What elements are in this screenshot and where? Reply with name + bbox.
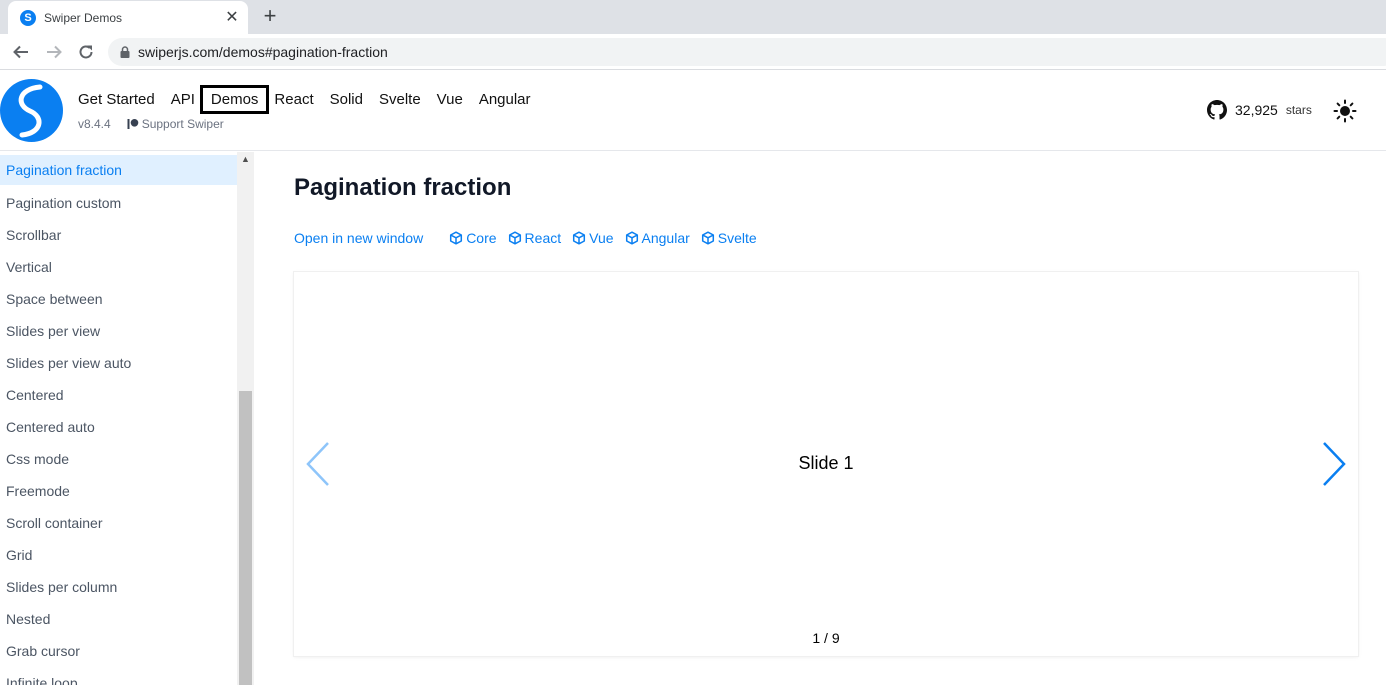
slide-label: Slide 1 xyxy=(798,453,854,473)
scroll-up-icon[interactable]: ▲ xyxy=(241,154,250,164)
sun-icon[interactable] xyxy=(1333,99,1357,123)
demo-content: Pagination fraction Open in new window C… xyxy=(254,152,1386,685)
chevron-left-icon[interactable] xyxy=(304,440,332,488)
sidebar-item-css-mode[interactable]: Css mode xyxy=(0,443,237,475)
demos-sidebar: Pagination fraction Pagination custom Sc… xyxy=(0,152,237,685)
reload-icon xyxy=(79,45,93,59)
sidebar-item-pagination-custom[interactable]: Pagination custom xyxy=(0,187,237,219)
sidebar-item-grid[interactable]: Grid xyxy=(0,539,237,571)
nav-react[interactable]: React xyxy=(266,88,321,111)
back-button[interactable] xyxy=(9,40,33,64)
sidebar-item-scroll-container[interactable]: Scroll container xyxy=(0,507,237,539)
browser-tab[interactable]: S Swiper Demos ✕ xyxy=(8,1,248,34)
framework-link-vue[interactable]: Vue xyxy=(572,230,614,246)
nav-solid[interactable]: Solid xyxy=(322,88,371,111)
header-meta: v8.4.4 Support Swiper xyxy=(78,117,224,131)
site-header: Get Started API Demos React Solid Svelte… xyxy=(0,70,1386,151)
github-stars-label: stars xyxy=(1285,103,1312,117)
github-count: 32,925 xyxy=(1235,102,1278,118)
cube-icon xyxy=(450,231,463,245)
demo-links: Open in new window Core React Vue Angula… xyxy=(294,230,768,246)
main-nav: Get Started API Demos React Solid Svelte… xyxy=(70,85,539,114)
address-bar[interactable]: swiperjs.com/demos#pagination-fraction xyxy=(108,38,1386,66)
swiper-logo-icon[interactable] xyxy=(0,79,63,142)
page-title: Pagination fraction xyxy=(294,174,512,201)
framework-link-react[interactable]: React xyxy=(508,230,562,246)
forward-button[interactable] xyxy=(42,40,66,64)
cube-icon xyxy=(625,231,638,245)
open-new-window-link[interactable]: Open in new window xyxy=(294,230,423,246)
sidebar-scrollbar[interactable]: ▲ xyxy=(237,152,254,685)
browser-tabstrip: S Swiper Demos ✕ + xyxy=(0,0,1386,34)
framework-link-angular[interactable]: Angular xyxy=(625,230,690,246)
url-text: swiperjs.com/demos#pagination-fraction xyxy=(138,44,388,60)
chevron-right-icon[interactable] xyxy=(1320,440,1348,488)
scrollbar-thumb[interactable] xyxy=(239,391,252,685)
patreon-icon xyxy=(127,119,139,129)
framework-label: Vue xyxy=(589,230,614,246)
close-icon[interactable]: ✕ xyxy=(224,9,240,26)
lock-icon xyxy=(120,46,130,58)
framework-label: Angular xyxy=(641,230,690,246)
sidebar-item-scrollbar[interactable]: Scrollbar xyxy=(0,219,237,251)
version-label: v8.4.4 xyxy=(78,117,111,131)
nav-api[interactable]: API xyxy=(163,88,203,111)
cube-icon xyxy=(701,231,714,245)
sidebar-item-vertical[interactable]: Vertical xyxy=(0,251,237,283)
sidebar-item-infinite-loop[interactable]: Infinite loop xyxy=(0,667,237,685)
support-link[interactable]: Support Swiper xyxy=(127,117,224,131)
nav-angular[interactable]: Angular xyxy=(471,88,539,111)
arrow-left-icon xyxy=(13,45,28,59)
github-icon xyxy=(1207,100,1227,120)
arrow-right-icon xyxy=(47,45,62,59)
swiper-logo-icon: S xyxy=(20,9,36,26)
tab-title: Swiper Demos xyxy=(44,10,123,25)
framework-link-svelte[interactable]: Svelte xyxy=(701,230,757,246)
framework-label: React xyxy=(524,230,562,246)
framework-label: Svelte xyxy=(717,230,757,246)
sidebar-item-nested[interactable]: Nested xyxy=(0,603,237,635)
swiper-demo[interactable]: Slide 1 1 / 9 xyxy=(294,272,1358,656)
github-stars[interactable]: 32,925 stars xyxy=(1207,100,1312,120)
sidebar-item-pagination-fraction[interactable]: Pagination fraction xyxy=(0,155,237,185)
new-tab-button[interactable]: + xyxy=(258,5,282,29)
sidebar-item-centered[interactable]: Centered xyxy=(0,379,237,411)
nav-vue[interactable]: Vue xyxy=(429,88,471,111)
sidebar-item-slides-per-column[interactable]: Slides per column xyxy=(0,571,237,603)
cube-icon xyxy=(573,231,586,245)
sidebar-item-grab-cursor[interactable]: Grab cursor xyxy=(0,635,237,667)
sidebar-item-centered-auto[interactable]: Centered auto xyxy=(0,411,237,443)
sidebar-item-slides-per-view[interactable]: Slides per view xyxy=(0,315,237,347)
framework-link-core[interactable]: Core xyxy=(449,230,497,246)
support-label: Support Swiper xyxy=(141,117,224,131)
pagination-fraction: 1 / 9 xyxy=(812,630,840,646)
browser-toolbar: swiperjs.com/demos#pagination-fraction xyxy=(0,34,1386,70)
reload-button[interactable] xyxy=(74,40,98,64)
framework-label: Core xyxy=(466,230,497,246)
cube-icon xyxy=(508,231,521,245)
sidebar-item-slides-per-view-auto[interactable]: Slides per view auto xyxy=(0,347,237,379)
sidebar-item-space-between[interactable]: Space between xyxy=(0,283,237,315)
nav-demos[interactable]: Demos xyxy=(199,85,270,114)
nav-svelte[interactable]: Svelte xyxy=(371,88,429,111)
sidebar-item-freemode[interactable]: Freemode xyxy=(0,475,237,507)
nav-get-started[interactable]: Get Started xyxy=(70,88,163,111)
